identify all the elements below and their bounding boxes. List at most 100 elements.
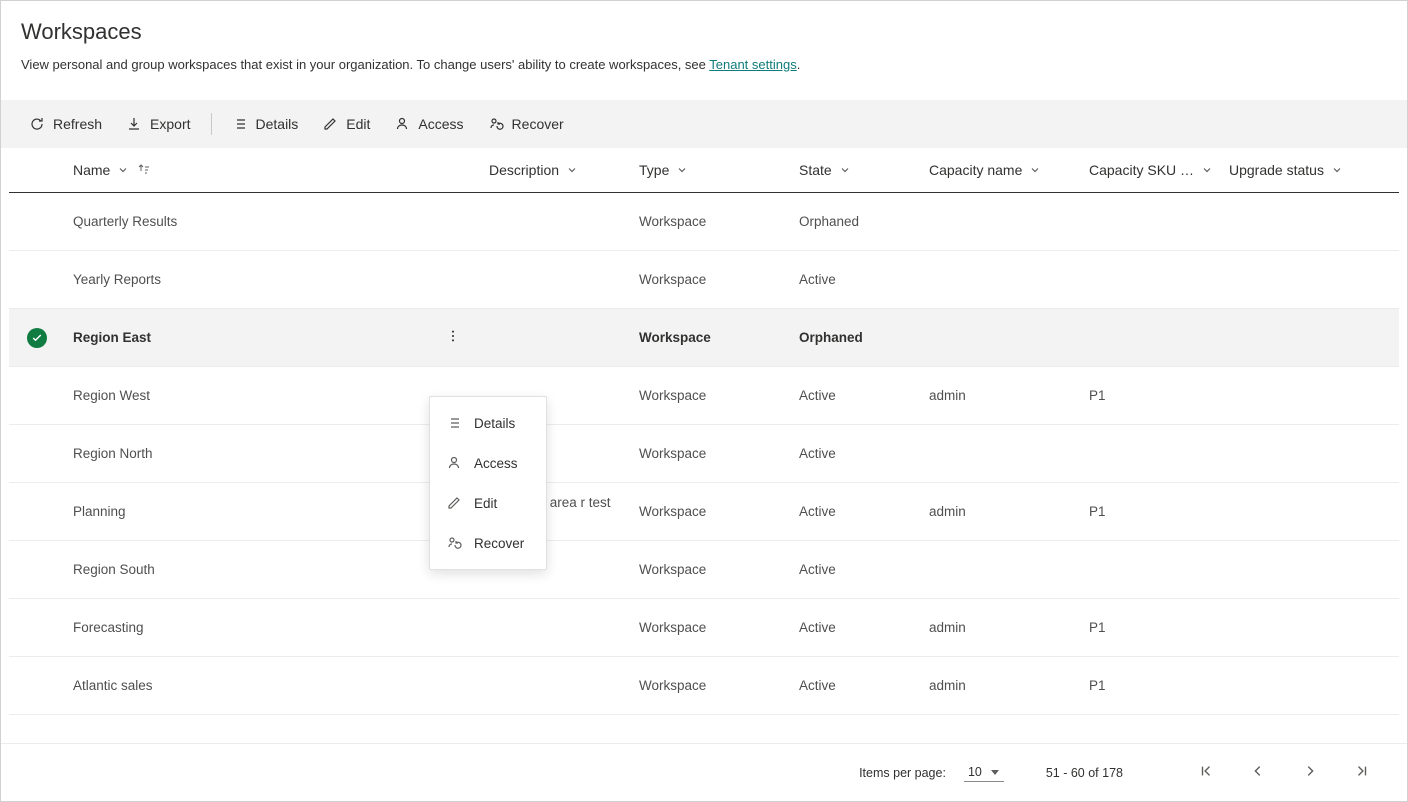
person-icon (446, 455, 462, 471)
table-row[interactable]: Region NorthWorkspaceActive (9, 425, 1399, 483)
chevron-down-icon (567, 165, 577, 175)
desc-suffix: . (797, 57, 801, 72)
workspaces-table: Name Description Typ (9, 148, 1399, 715)
cell-capacity-name (921, 251, 1081, 309)
cell-capacity-name (921, 541, 1081, 599)
cell-type: Workspace (631, 251, 791, 309)
cell-upgrade-status (1221, 483, 1399, 541)
cell-type: Workspace (631, 483, 791, 541)
table-row[interactable]: Region WestWorkspaceActiveadminP1 (9, 367, 1399, 425)
col-sku-label: Capacity SKU … (1089, 162, 1194, 178)
details-button[interactable]: Details (222, 110, 309, 138)
context-details[interactable]: Details (430, 403, 546, 443)
recover-label: Recover (512, 116, 564, 132)
column-header-type[interactable]: Type (639, 162, 687, 178)
refresh-button[interactable]: Refresh (19, 110, 112, 138)
cell-type: Workspace (631, 657, 791, 715)
cell-capacity-name: admin (921, 599, 1081, 657)
more-vertical-icon (446, 331, 460, 346)
table-row[interactable]: Atlantic salesWorkspaceActiveadminP1 (9, 657, 1399, 715)
column-header-capacity-sku[interactable]: Capacity SKU … (1089, 162, 1212, 178)
cell-capacity-name (921, 425, 1081, 483)
chevron-down-icon (1030, 165, 1040, 175)
cell-capacity-sku: P1 (1081, 599, 1221, 657)
cell-type: Workspace (631, 541, 791, 599)
person-icon (394, 116, 410, 132)
context-recover[interactable]: Recover (430, 523, 546, 563)
column-header-state[interactable]: State (799, 162, 850, 178)
export-label: Export (150, 116, 190, 132)
column-header-description[interactable]: Description (489, 162, 577, 178)
recover-icon (446, 535, 462, 551)
last-page-icon (1355, 766, 1369, 781)
cell-capacity-sku (1081, 193, 1221, 251)
table-row[interactable]: Region EastWorkspaceOrphaned (9, 309, 1399, 367)
column-header-capacity-name[interactable]: Capacity name (929, 162, 1040, 178)
chevron-down-icon (118, 165, 128, 175)
cell-upgrade-status (1221, 657, 1399, 715)
cell-capacity-name (921, 309, 1081, 367)
recover-button[interactable]: Recover (478, 110, 574, 138)
context-access[interactable]: Access (430, 443, 546, 483)
first-page-icon (1199, 766, 1213, 781)
last-page-button[interactable] (1345, 760, 1379, 785)
page-range: 51 - 60 of 178 (1046, 766, 1123, 780)
cell-state: Active (791, 541, 921, 599)
export-button[interactable]: Export (116, 110, 200, 138)
prev-page-button[interactable] (1241, 760, 1275, 785)
cell-name: Forecasting (65, 599, 425, 657)
cell-state: Active (791, 425, 921, 483)
chevron-left-icon (1251, 766, 1265, 781)
col-type-label: Type (639, 162, 669, 178)
table-row[interactable]: PlanningorkSpace area r test in BBTWorks… (9, 483, 1399, 541)
col-upg-label: Upgrade status (1229, 162, 1324, 178)
cell-type: Workspace (631, 367, 791, 425)
toolbar-separator (211, 113, 212, 135)
row-context-menu: Details Access Edit Recover (429, 396, 547, 570)
cell-capacity-sku (1081, 309, 1221, 367)
col-cap-label: Capacity name (929, 162, 1022, 178)
table-row[interactable]: ForecastingWorkspaceActiveadminP1 (9, 599, 1399, 657)
cell-type: Workspace (631, 309, 791, 367)
items-per-page-value: 10 (968, 765, 982, 779)
page-description: View personal and group workspaces that … (21, 57, 1387, 72)
cell-type: Workspace (631, 193, 791, 251)
chevron-down-icon (1332, 165, 1342, 175)
first-page-button[interactable] (1189, 760, 1223, 785)
col-desc-label: Description (489, 162, 559, 178)
cell-capacity-sku (1081, 541, 1221, 599)
cell-state: Active (791, 657, 921, 715)
cell-capacity-name: admin (921, 367, 1081, 425)
refresh-icon (29, 116, 45, 132)
table-row[interactable]: Region SouthWorkspaceActive (9, 541, 1399, 599)
more-options-button[interactable] (440, 323, 466, 352)
context-edit-label: Edit (474, 496, 497, 511)
cell-name: Planning (65, 483, 425, 541)
column-header-upgrade-status[interactable]: Upgrade status (1229, 162, 1342, 178)
access-button[interactable]: Access (384, 110, 473, 138)
table-row[interactable]: Quarterly ResultsWorkspaceOrphaned (9, 193, 1399, 251)
context-access-label: Access (474, 456, 518, 471)
cell-state: Active (791, 251, 921, 309)
cell-capacity-sku: P1 (1081, 367, 1221, 425)
table-pager: Items per page: 10 51 - 60 of 178 (1, 743, 1407, 801)
table-row[interactable]: Yearly ReportsWorkspaceActive (9, 251, 1399, 309)
sort-icon (136, 163, 150, 177)
cell-name: Atlantic sales (65, 657, 425, 715)
cell-upgrade-status (1221, 251, 1399, 309)
context-edit[interactable]: Edit (430, 483, 546, 523)
desc-text: View personal and group workspaces that … (21, 57, 709, 72)
items-per-page-select[interactable]: 10 (964, 763, 1004, 782)
tenant-settings-link[interactable]: Tenant settings (709, 57, 796, 72)
cell-state: Active (791, 599, 921, 657)
col-name-label: Name (73, 162, 110, 178)
next-page-button[interactable] (1293, 760, 1327, 785)
col-state-label: State (799, 162, 832, 178)
cell-upgrade-status (1221, 599, 1399, 657)
column-header-name[interactable]: Name (73, 162, 150, 178)
list-icon (446, 415, 462, 431)
cell-type: Workspace (631, 425, 791, 483)
chevron-down-icon (840, 165, 850, 175)
edit-button[interactable]: Edit (312, 110, 380, 138)
cell-capacity-sku (1081, 425, 1221, 483)
